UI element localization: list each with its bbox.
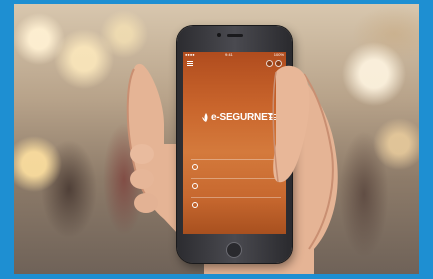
blurred-background: ●●●● 9:41 100% e-SEGURNET <box>14 4 419 274</box>
thumb <box>272 65 310 183</box>
